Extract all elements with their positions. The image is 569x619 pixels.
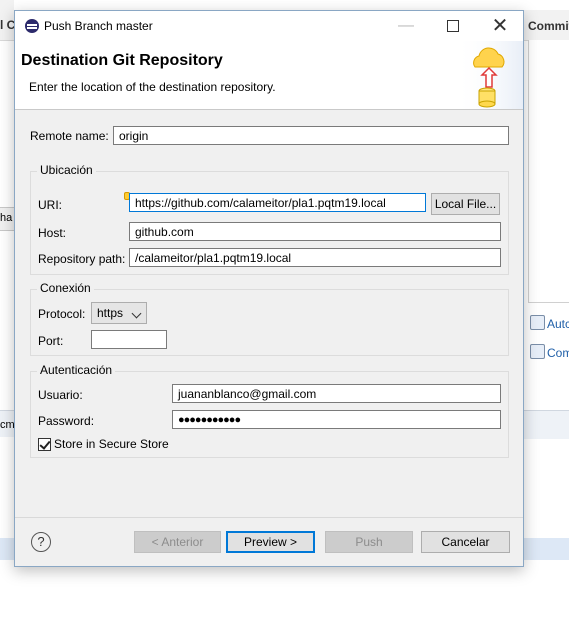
- preview-button[interactable]: Preview >: [226, 531, 315, 553]
- help-icon[interactable]: ?: [31, 532, 51, 552]
- push-branch-dialog: Push Branch master — ✕ Destination Git R…: [14, 10, 524, 567]
- protocol-select[interactable]: https: [91, 302, 147, 324]
- store-secure-checkbox[interactable]: [38, 438, 51, 451]
- maximize-button[interactable]: [429, 11, 475, 41]
- back-button[interactable]: < Anterior: [134, 531, 221, 553]
- background-link-commit-label: Com: [547, 346, 569, 360]
- cancel-button[interactable]: Cancelar: [421, 531, 510, 553]
- password-label: Password:: [38, 414, 95, 428]
- background-left-selection: [0, 538, 14, 560]
- host-label: Host:: [38, 226, 67, 240]
- background-right-selection: [522, 538, 569, 560]
- push-button[interactable]: Push: [325, 531, 413, 553]
- page-title: Destination Git Repository: [21, 52, 223, 69]
- chevron-down-icon: [131, 308, 142, 319]
- background-commit-label: Commit: [528, 19, 569, 33]
- page-description: Enter the location of the destination re…: [29, 80, 276, 94]
- repository-path-field[interactable]: /calameitor/pla1.pqtm19.local: [129, 248, 501, 267]
- background-commit-pane: [528, 40, 569, 303]
- store-secure-label[interactable]: Store in Secure Store: [54, 437, 169, 451]
- background-left-band: cm: [0, 410, 15, 437]
- location-group-title: Ubicación: [37, 163, 96, 177]
- protocol-label: Protocol:: [38, 307, 86, 321]
- background-link-commit[interactable]: Com: [530, 344, 569, 360]
- author-icon: [530, 315, 545, 330]
- uri-label: URI:: [38, 198, 62, 212]
- host-field[interactable]: github.com: [129, 222, 501, 241]
- connection-group-title: Conexión: [37, 281, 94, 295]
- user-field[interactable]: juananblanco@gmail.com: [172, 384, 501, 403]
- local-file-button[interactable]: Local File...: [431, 193, 500, 215]
- wizard-header: Destination Git Repository Enter the loc…: [15, 41, 523, 110]
- background-link-auto[interactable]: Autc: [530, 315, 569, 331]
- window-title: Push Branch master: [44, 19, 153, 33]
- background-link-auto-label: Autc: [547, 317, 569, 331]
- cloud-upload-repository-icon: [455, 41, 523, 109]
- uri-field[interactable]: https://github.com/calameitor/pla1.pqtm1…: [129, 193, 426, 212]
- committer-icon: [530, 344, 545, 359]
- repository-path-label: Repository path:: [38, 252, 126, 266]
- remote-name-label: Remote name:: [30, 129, 109, 143]
- background-commit-tab[interactable]: Commit: [522, 10, 569, 41]
- background-left-row-label: ha: [0, 212, 13, 224]
- title-bar[interactable]: Push Branch master — ✕: [15, 11, 523, 41]
- close-button[interactable]: ✕: [477, 11, 523, 41]
- port-label: Port:: [38, 334, 64, 348]
- background-right-band: [522, 410, 569, 439]
- port-field[interactable]: [91, 330, 167, 349]
- password-field[interactable]: ●●●●●●●●●●●: [172, 410, 501, 429]
- wizard-content: Remote name: origin Ubicación URI: https…: [15, 109, 523, 517]
- authentication-group-title: Autenticación: [37, 363, 116, 377]
- remote-name-field[interactable]: origin: [113, 126, 509, 145]
- eclipse-icon: [25, 19, 39, 33]
- user-label: Usuario:: [38, 388, 83, 402]
- wizard-footer: ? < Anterior Preview > Push Cancelar: [15, 517, 523, 567]
- protocol-select-value: https: [97, 306, 124, 320]
- background-left-band-label: cm: [0, 419, 15, 431]
- minimize-button[interactable]: —: [383, 11, 429, 41]
- background-left-row: ha: [0, 207, 14, 231]
